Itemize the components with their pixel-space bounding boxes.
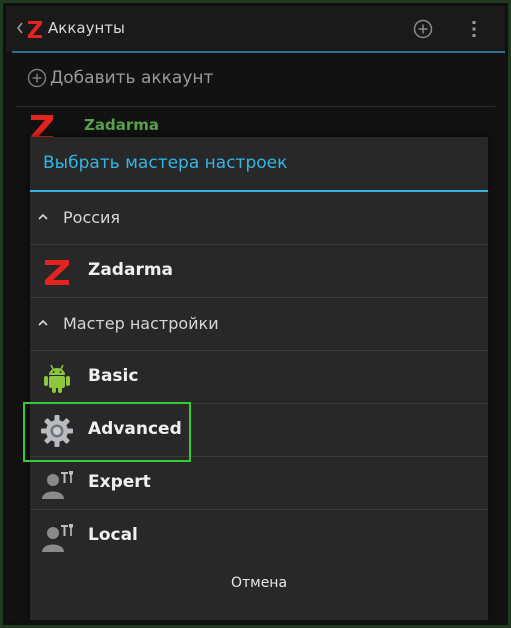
user-tools-icon	[42, 471, 73, 499]
wizard-item-expert[interactable]: Expert	[30, 458, 488, 510]
group-label: Мастер настройки	[63, 314, 219, 333]
wizard-item-label: Expert	[88, 472, 151, 492]
add-account-row[interactable]: Добавить аккаунт	[6, 53, 505, 107]
add-account-label: Добавить аккаунт	[50, 68, 214, 88]
wizard-item-zadarma[interactable]: Zadarma	[30, 246, 488, 298]
cancel-button[interactable]: Отмена	[30, 565, 488, 617]
wizard-item-label: Local	[88, 525, 138, 545]
chevron-up-icon	[38, 213, 48, 220]
wizard-item-local[interactable]: Local	[30, 511, 488, 563]
device-frame: Аккаунты Добавить аккаунт Zadarma Выбрат…	[0, 0, 511, 628]
wizard-item-label: Basic	[88, 366, 139, 386]
wizard-item-basic[interactable]: Basic	[30, 352, 488, 404]
user-tools-icon	[42, 524, 73, 552]
row-divider	[30, 297, 488, 298]
account-name[interactable]: Zadarma	[84, 116, 159, 134]
dialog-title-divider	[30, 190, 488, 192]
row-divider	[30, 244, 488, 245]
add-circle-icon[interactable]	[412, 18, 434, 40]
group-label: Россия	[63, 208, 121, 227]
add-account-icon	[27, 68, 47, 88]
zadarma-logo-icon	[45, 260, 69, 285]
row-divider	[30, 509, 488, 510]
selection-highlight	[23, 402, 191, 462]
list-divider	[16, 106, 495, 107]
android-robot-icon	[44, 364, 70, 393]
overflow-menu-icon[interactable]	[468, 18, 480, 40]
row-divider	[30, 350, 488, 351]
up-navigation-icon[interactable]	[16, 18, 24, 38]
chevron-up-icon	[38, 319, 48, 326]
group-header-russia[interactable]: Россия	[30, 193, 488, 245]
wizard-dialog: Выбрать мастера настроек Россия Zadarma	[30, 137, 488, 620]
page-title: Аккаунты	[48, 19, 125, 37]
group-header-wizard[interactable]: Мастер настройки	[30, 299, 488, 351]
app-logo-icon[interactable]	[26, 18, 44, 40]
wizard-item-label: Zadarma	[88, 260, 174, 280]
screen: Аккаунты Добавить аккаунт Zadarma Выбрат…	[6, 6, 505, 620]
action-bar: Аккаунты	[6, 6, 505, 53]
dialog-title: Выбрать мастера настроек	[43, 153, 288, 173]
